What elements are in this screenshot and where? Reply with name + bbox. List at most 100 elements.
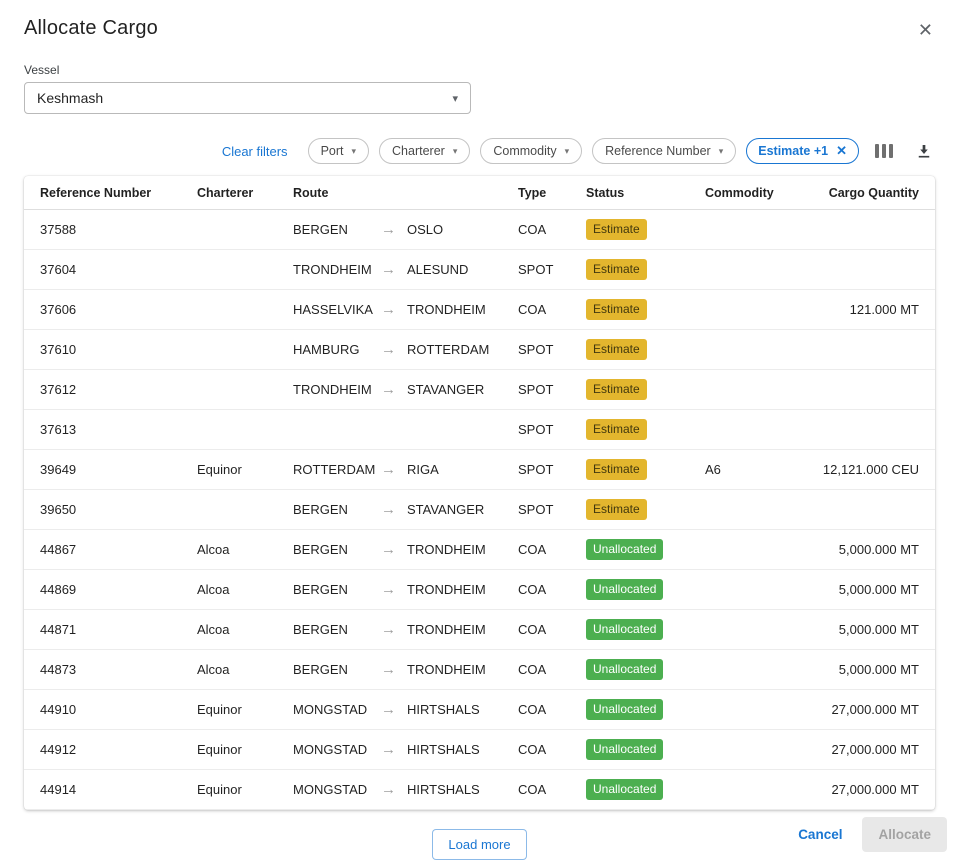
route-destination: TRONDHEIM [407,542,486,557]
cell-commodity [697,530,807,570]
cell-quantity: 5,000.000 MT [807,530,935,570]
load-more-button[interactable]: Load more [432,829,526,860]
status-badge: Estimate [586,299,647,320]
column-header-charterer: Charterer [189,176,285,210]
cancel-button[interactable]: Cancel [786,818,854,851]
table-row[interactable]: 37588BERGEN→OSLOCOAEstimate [24,210,935,250]
cell-status: Unallocated [578,570,697,610]
route-destination: RIGA [407,462,439,477]
cell-route [285,410,510,450]
cell-reference: 44910 [24,690,189,730]
route: ROTTERDAM→ RIGA [293,462,502,477]
route-arrow-icon: → [381,222,397,237]
route-arrow-icon: → [381,702,397,717]
cell-status: Estimate [578,410,697,450]
table-row[interactable]: 37612TRONDHEIM→STAVANGERSPOTEstimate [24,370,935,410]
route-origin: HAMBURG [293,342,381,357]
cell-quantity [807,370,935,410]
filter-chip-estimate-1[interactable]: Estimate +1✕ [746,138,859,164]
status-badge: Unallocated [586,739,663,760]
cell-type: SPOT [510,410,578,450]
cell-quantity [807,250,935,290]
download-button[interactable] [909,138,939,164]
cell-commodity [697,330,807,370]
cell-reference: 37604 [24,250,189,290]
cell-commodity [697,370,807,410]
table-row[interactable]: 44869AlcoaBERGEN→TRONDHEIMCOAUnallocated… [24,570,935,610]
view-columns-icon [875,144,893,158]
route-origin: ROTTERDAM [293,462,381,477]
cell-route: TRONDHEIM→STAVANGER [285,370,510,410]
cell-charterer: Equinor [189,730,285,770]
table-row[interactable]: 44867AlcoaBERGEN→TRONDHEIMCOAUnallocated… [24,530,935,570]
cell-commodity [697,410,807,450]
cell-route: MONGSTAD→HIRTSHALS [285,690,510,730]
route-origin: BERGEN [293,582,381,597]
cell-quantity: 5,000.000 MT [807,650,935,690]
chip-label: Port [321,144,344,158]
cell-type: SPOT [510,490,578,530]
cell-status: Unallocated [578,610,697,650]
filter-chip-charterer[interactable]: Charterer▾ [379,138,470,164]
close-icon[interactable]: ✕ [912,17,939,43]
cell-quantity: 5,000.000 MT [807,610,935,650]
table-row[interactable]: 44871AlcoaBERGEN→TRONDHEIMCOAUnallocated… [24,610,935,650]
status-badge: Estimate [586,499,647,520]
cell-status: Unallocated [578,530,697,570]
route: TRONDHEIM→STAVANGER [293,382,502,397]
cell-type: SPOT [510,250,578,290]
column-header-reference: Reference Number [24,176,189,210]
route-destination: STAVANGER [407,382,484,397]
filter-chip-reference-number[interactable]: Reference Number▾ [592,138,736,164]
route-origin: BERGEN [293,662,381,677]
cell-charterer [189,210,285,250]
cell-charterer [189,250,285,290]
allocate-button[interactable]: Allocate [862,817,947,852]
clear-filter-icon[interactable]: ✕ [836,143,847,159]
cell-quantity: 27,000.000 MT [807,730,935,770]
clear-filters-link[interactable]: Clear filters [222,144,288,159]
cell-quantity [807,410,935,450]
status-badge: Unallocated [586,619,663,640]
column-settings-button[interactable] [869,140,899,162]
filter-chip-commodity[interactable]: Commodity▾ [480,138,582,164]
table-row[interactable]: 37610HAMBURG→ROTTERDAMSPOTEstimate [24,330,935,370]
cell-charterer: Equinor [189,770,285,810]
route-destination: HIRTSHALS [407,782,480,797]
route-destination: TRONDHEIM [407,662,486,677]
route-destination: TRONDHEIM [407,302,486,317]
table-row[interactable]: 44910EquinorMONGSTAD→HIRTSHALSCOAUnalloc… [24,690,935,730]
status-badge: Unallocated [586,779,663,800]
table-row[interactable]: 39649EquinorROTTERDAM→RIGASPOTEstimateA6… [24,450,935,490]
chip-label: Reference Number [605,144,711,158]
cell-route: HAMBURG→ROTTERDAM [285,330,510,370]
cell-reference: 44912 [24,730,189,770]
table-row[interactable]: 37613 SPOTEstimate [24,410,935,450]
cell-quantity: 27,000.000 MT [807,770,935,810]
table-row[interactable]: 39650BERGEN→STAVANGERSPOTEstimate [24,490,935,530]
cell-status: Estimate [578,370,697,410]
table-row[interactable]: 44914EquinorMONGSTAD→HIRTSHALSCOAUnalloc… [24,770,935,810]
cell-reference: 37612 [24,370,189,410]
cell-route: HASSELVIKA→TRONDHEIM [285,290,510,330]
table-row[interactable]: 37606HASSELVIKA→TRONDHEIMCOAEstimate121.… [24,290,935,330]
cell-route: MONGSTAD→HIRTSHALS [285,730,510,770]
filter-chip-port[interactable]: Port▾ [308,138,369,164]
route: HAMBURG→ROTTERDAM [293,342,502,357]
cell-route: BERGEN→TRONDHEIM [285,610,510,650]
status-badge: Estimate [586,379,647,400]
route-origin: BERGEN [293,502,381,517]
table-row[interactable]: 37604TRONDHEIM→ALESUNDSPOTEstimate [24,250,935,290]
table-row[interactable]: 44912EquinorMONGSTAD→HIRTSHALSCOAUnalloc… [24,730,935,770]
cell-status: Estimate [578,450,697,490]
vessel-select[interactable]: Keshmash ▾ [24,82,471,114]
route-origin: HASSELVIKA [293,302,381,317]
cell-reference: 37613 [24,410,189,450]
route-arrow-icon: → [381,462,397,477]
cell-charterer: Alcoa [189,610,285,650]
route-destination: TRONDHEIM [407,582,486,597]
cell-status: Unallocated [578,650,697,690]
allocate-cargo-dialog: Allocate Cargo ✕ Vessel Keshmash ▾ Clear… [0,0,959,860]
table-row[interactable]: 44873AlcoaBERGEN→TRONDHEIMCOAUnallocated… [24,650,935,690]
cell-commodity [697,210,807,250]
